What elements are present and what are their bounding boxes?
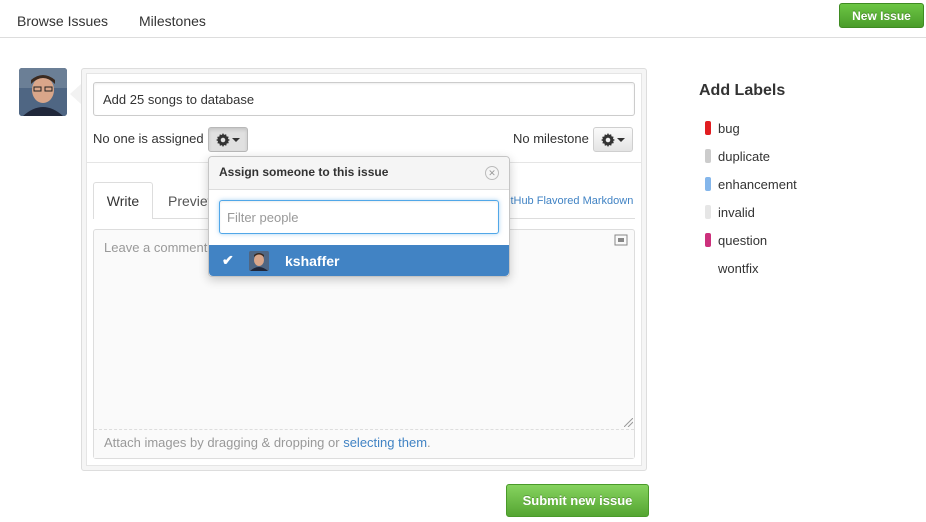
label-item-duplicate[interactable]: duplicate <box>705 146 770 166</box>
label-item-enhancement[interactable]: enhancement <box>705 174 797 194</box>
label-color-swatch <box>705 261 711 275</box>
chevron-down-icon <box>617 137 625 142</box>
assignee-username: kshaffer <box>285 253 340 269</box>
close-icon[interactable]: ✕ <box>485 166 499 180</box>
resize-grip-icon[interactable] <box>624 418 633 427</box>
select-files-link[interactable]: selecting them <box>343 435 427 450</box>
label-color-swatch <box>705 121 711 135</box>
avatar <box>19 68 67 116</box>
dropdown-title: Assign someone to this issue <box>219 165 389 179</box>
new-issue-button[interactable]: New Issue <box>839 3 924 28</box>
filter-people-input[interactable] <box>219 200 499 234</box>
issue-title-value: Add 25 songs to database <box>103 91 255 107</box>
label-item-question[interactable]: question <box>705 230 767 250</box>
fullscreen-icon[interactable] <box>614 234 628 246</box>
chevron-down-icon <box>232 137 240 142</box>
label-color-swatch <box>705 149 711 163</box>
markdown-help-link[interactable]: itHub Flavored Markdown <box>508 195 633 207</box>
attach-text: Attach images by dragging & dropping or <box>104 435 344 450</box>
gear-icon <box>601 132 615 147</box>
label-name: duplicate <box>718 148 771 164</box>
avatar <box>249 251 269 271</box>
submit-issue-button[interactable]: Submit new issue <box>506 484 649 517</box>
assignee-gear-button[interactable] <box>208 127 248 152</box>
label-item-invalid[interactable]: invalid <box>705 202 755 222</box>
tab-write[interactable]: Write <box>93 182 153 219</box>
label-color-swatch <box>705 233 711 247</box>
attach-period: . <box>427 435 431 450</box>
label-name: invalid <box>718 204 755 220</box>
comment-arrow <box>70 84 81 104</box>
milestone-status: No milestone <box>513 131 589 146</box>
milestone-gear-button[interactable] <box>593 127 633 152</box>
check-icon: ✔ <box>222 252 234 268</box>
comment-placeholder: Leave a comment <box>104 240 208 255</box>
label-color-swatch <box>705 177 711 191</box>
gear-icon <box>216 132 230 147</box>
label-item-bug[interactable]: bug <box>705 118 740 138</box>
assignee-status: No one is assigned <box>93 131 204 146</box>
browse-issues-link[interactable]: Browse Issues <box>17 13 108 29</box>
label-name: bug <box>718 120 740 136</box>
issue-title-input[interactable]: Add 25 songs to database <box>93 82 635 116</box>
label-item-wontfix[interactable]: wontfix <box>705 258 758 278</box>
labels-heading: Add Labels <box>699 82 786 99</box>
label-name: enhancement <box>718 176 797 192</box>
milestones-link[interactable]: Milestones <box>139 13 206 29</box>
label-color-swatch <box>705 205 711 219</box>
attach-instructions: Attach images by dragging & dropping or … <box>104 435 431 450</box>
label-name: wontfix <box>718 260 759 276</box>
label-name: question <box>718 232 768 248</box>
